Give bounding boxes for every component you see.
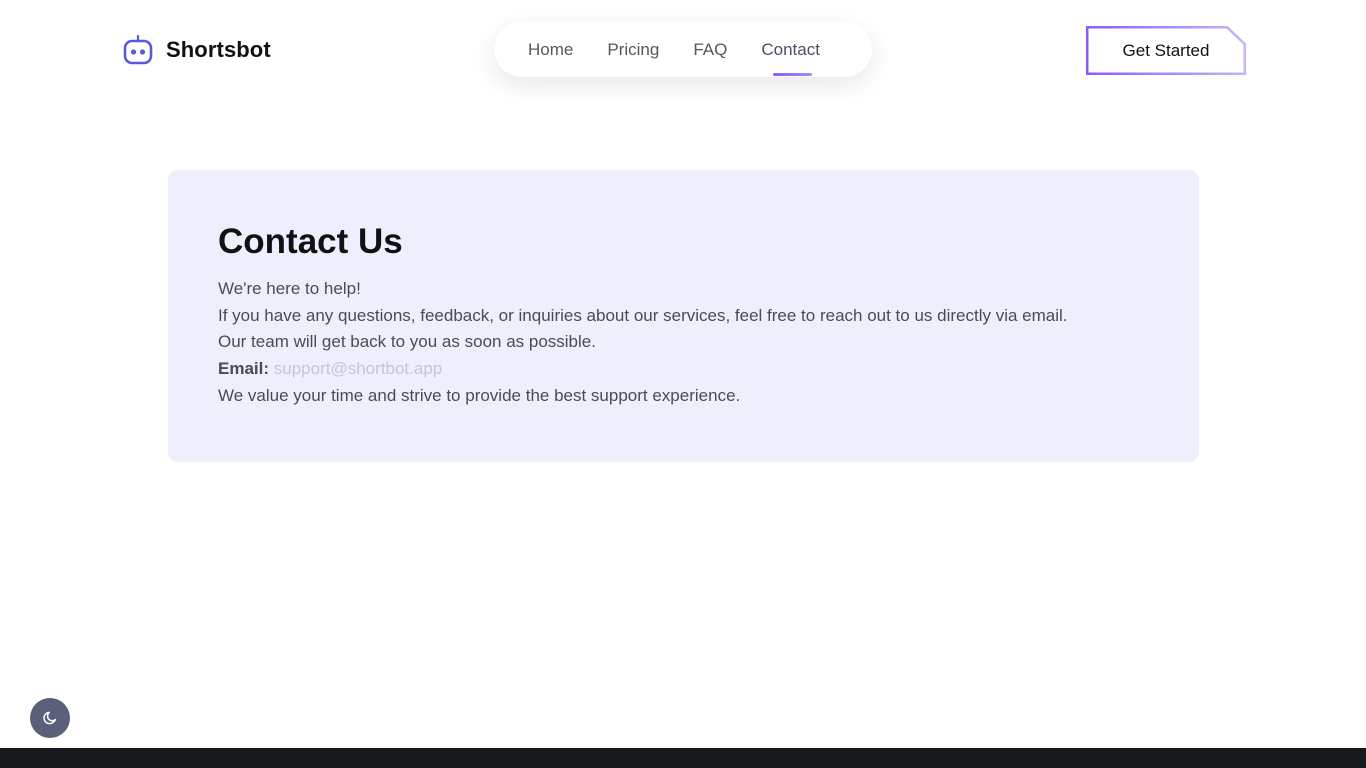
contact-body-line1: If you have any questions, feedback, or … bbox=[218, 305, 1068, 325]
brand-name: Shortsbot bbox=[166, 37, 271, 62]
email-label: Email: bbox=[218, 359, 270, 379]
email-link[interactable]: support@shortbot.app bbox=[274, 359, 442, 378]
contact-card: Contact Us We're here to help! If you ha… bbox=[168, 170, 1199, 462]
get-started-label: Get Started bbox=[1122, 40, 1210, 60]
nav-item-home[interactable]: Home bbox=[528, 22, 573, 77]
theme-toggle-button[interactable] bbox=[30, 698, 70, 738]
page-title: Contact Us bbox=[218, 222, 403, 261]
contact-email-row: Email: support@shortbot.app bbox=[218, 356, 1149, 383]
nav-item-faq[interactable]: FAQ bbox=[693, 22, 727, 77]
contact-closing: We value your time and strive to provide… bbox=[218, 385, 741, 405]
nav-item-pricing[interactable]: Pricing bbox=[607, 22, 659, 77]
brand-logo[interactable]: Shortsbot bbox=[122, 34, 271, 66]
get-started-button[interactable]: Get Started bbox=[1086, 26, 1246, 75]
robot-icon bbox=[123, 34, 153, 65]
contact-intro: We're here to help! bbox=[218, 279, 361, 298]
footer-bar bbox=[0, 748, 1366, 768]
contact-body-line2: Our team will get back to you as soon as… bbox=[218, 332, 596, 352]
main-nav: Home Pricing FAQ Contact bbox=[494, 22, 872, 77]
moon-icon bbox=[43, 711, 57, 725]
nav-item-contact[interactable]: Contact bbox=[755, 22, 826, 77]
